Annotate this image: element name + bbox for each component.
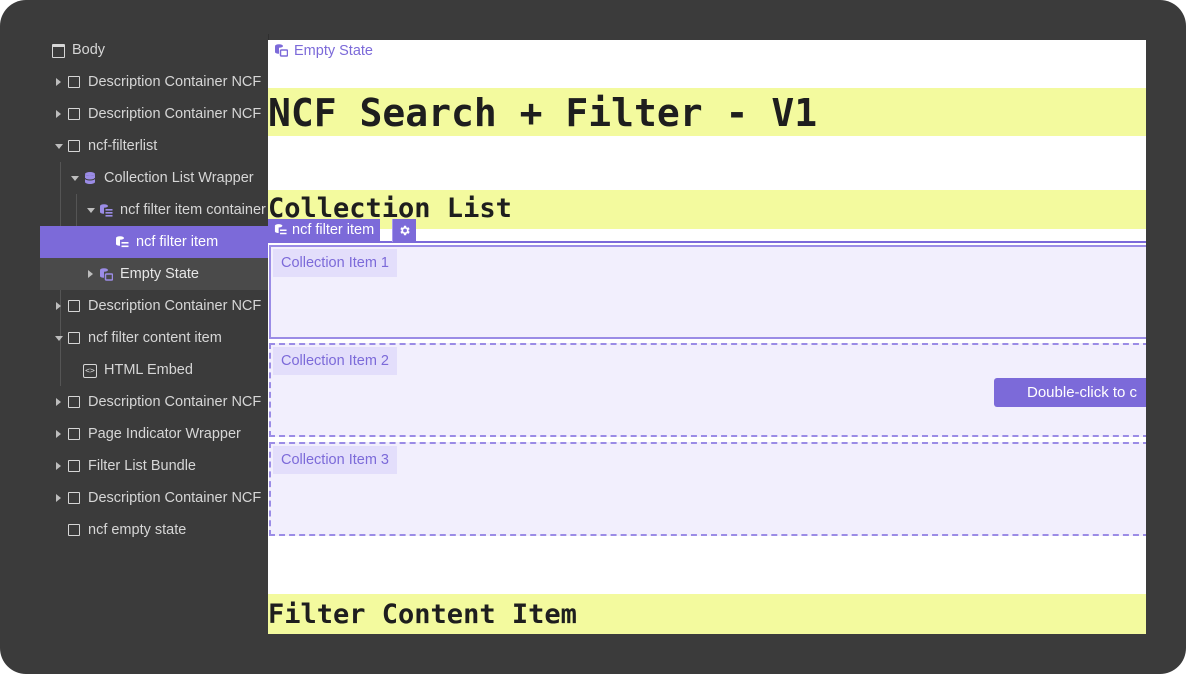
chevron-right-icon[interactable] <box>88 270 93 278</box>
nav-item-body[interactable]: Body <box>40 34 268 66</box>
collection-item-icon <box>116 236 129 248</box>
nav-item-ncf-filterlist[interactable]: ncf-filterlist <box>40 130 268 162</box>
div-block-icon <box>68 492 80 504</box>
nav-item-filter-list-bundle[interactable]: Filter List Bundle <box>40 450 268 482</box>
nav-item-label: ncf filter content item <box>88 330 222 346</box>
empty-state-icon <box>100 268 113 281</box>
nav-item-description-container[interactable]: Description Container NCF <box>40 98 268 130</box>
nav-item-label: HTML Embed <box>104 362 193 378</box>
design-canvas[interactable]: Empty State NCF Search + Filter - V1 Col… <box>268 40 1146 634</box>
empty-state-element-label[interactable]: Empty State <box>274 42 373 60</box>
nav-item-ncf-filter-content-item[interactable]: ncf filter content item <box>40 322 268 354</box>
chevron-right-icon[interactable] <box>56 302 61 310</box>
filter-content-heading[interactable]: Filter Content Item <box>268 596 577 634</box>
chevron-right-icon[interactable] <box>56 110 61 118</box>
app-window: Body Description Container NCF Descripti… <box>0 0 1186 674</box>
nav-item-description-container[interactable]: Description Container NCF <box>40 482 268 514</box>
collection-database-icon <box>84 172 96 184</box>
chevron-down-icon[interactable] <box>71 176 79 181</box>
nav-item-label: Filter List Bundle <box>88 458 196 474</box>
code-embed-icon: <> <box>83 364 97 378</box>
selected-element-name: ncf filter item <box>292 222 375 238</box>
chevron-down-icon[interactable] <box>87 208 95 213</box>
div-block-icon <box>68 460 80 472</box>
div-block-icon <box>68 428 80 440</box>
collection-item[interactable]: Collection Item 3 <box>269 442 1146 536</box>
double-click-hint-button[interactable]: Double-click to c <box>994 378 1146 407</box>
chevron-down-icon[interactable] <box>55 144 63 149</box>
chevron-down-icon[interactable] <box>55 336 63 341</box>
collection-item-label: Collection Item 1 <box>273 249 397 277</box>
gear-icon <box>400 225 410 236</box>
nav-item-ncf-filter-item-container[interactable]: ncf filter item container <box>40 194 268 226</box>
div-block-icon <box>68 108 80 120</box>
nav-item-label: Body <box>72 42 106 58</box>
nav-item-description-container[interactable]: Description Container NCF <box>40 66 268 98</box>
chevron-right-icon[interactable] <box>56 462 61 470</box>
chevron-right-icon[interactable] <box>56 430 61 438</box>
collection-item-label: Collection Item 3 <box>273 446 397 474</box>
nav-item-label: ncf filter item <box>136 234 219 250</box>
div-block-icon <box>68 396 80 408</box>
nav-item-label: Description Container NCF <box>88 490 262 506</box>
collection-item-label: Collection Item 2 <box>273 347 397 375</box>
nav-item-html-embed[interactable]: <> HTML Embed <box>40 354 268 386</box>
collection-list-icon <box>100 204 113 217</box>
nav-item-ncf-filter-item[interactable]: ncf filter item <box>40 226 268 258</box>
element-settings-button[interactable] <box>392 219 416 242</box>
nav-item-empty-state[interactable]: Empty State <box>40 258 268 290</box>
collection-item-icon <box>274 224 287 235</box>
navigator-panel: Body Description Container NCF Descripti… <box>40 34 268 634</box>
nav-item-label: ncf empty state <box>88 522 187 538</box>
div-block-icon <box>68 140 80 152</box>
nav-item-collection-list-wrapper[interactable]: Collection List Wrapper <box>40 162 268 194</box>
div-block-icon <box>68 300 80 312</box>
nav-item-page-indicator-wrapper[interactable]: Page Indicator Wrapper <box>40 418 268 450</box>
chevron-right-icon[interactable] <box>56 398 61 406</box>
nav-item-label: Description Container NCF <box>88 394 262 410</box>
empty-state-icon <box>275 44 289 57</box>
selected-element-tag[interactable]: ncf filter item <box>268 219 381 242</box>
nav-item-label: Collection List Wrapper <box>104 170 254 186</box>
chevron-right-icon[interactable] <box>56 494 61 502</box>
body-icon <box>52 44 65 58</box>
div-block-icon <box>68 332 80 344</box>
nav-item-label: Description Container NCF <box>88 106 262 122</box>
div-block-icon <box>68 524 80 536</box>
nav-item-label: Description Container NCF <box>88 298 262 314</box>
chevron-right-icon[interactable] <box>56 78 61 86</box>
nav-item-description-container[interactable]: Description Container NCF <box>40 386 268 418</box>
nav-item-description-container[interactable]: Description Container NCF <box>40 290 268 322</box>
nav-item-label: ncf filter item container <box>120 202 266 218</box>
main-heading[interactable]: NCF Search + Filter - V1 <box>268 90 817 136</box>
nav-item-label: Empty State <box>120 266 199 282</box>
div-block-icon <box>68 76 80 88</box>
nav-item-label: Page Indicator Wrapper <box>88 426 241 442</box>
nav-item-label: Description Container NCF <box>88 74 262 90</box>
empty-state-label-text: Empty State <box>294 43 373 59</box>
collection-item[interactable]: Collection Item 1 <box>269 245 1146 339</box>
nav-item-ncf-empty-state[interactable]: ncf empty state <box>40 514 268 546</box>
nav-item-label: ncf-filterlist <box>88 138 158 154</box>
